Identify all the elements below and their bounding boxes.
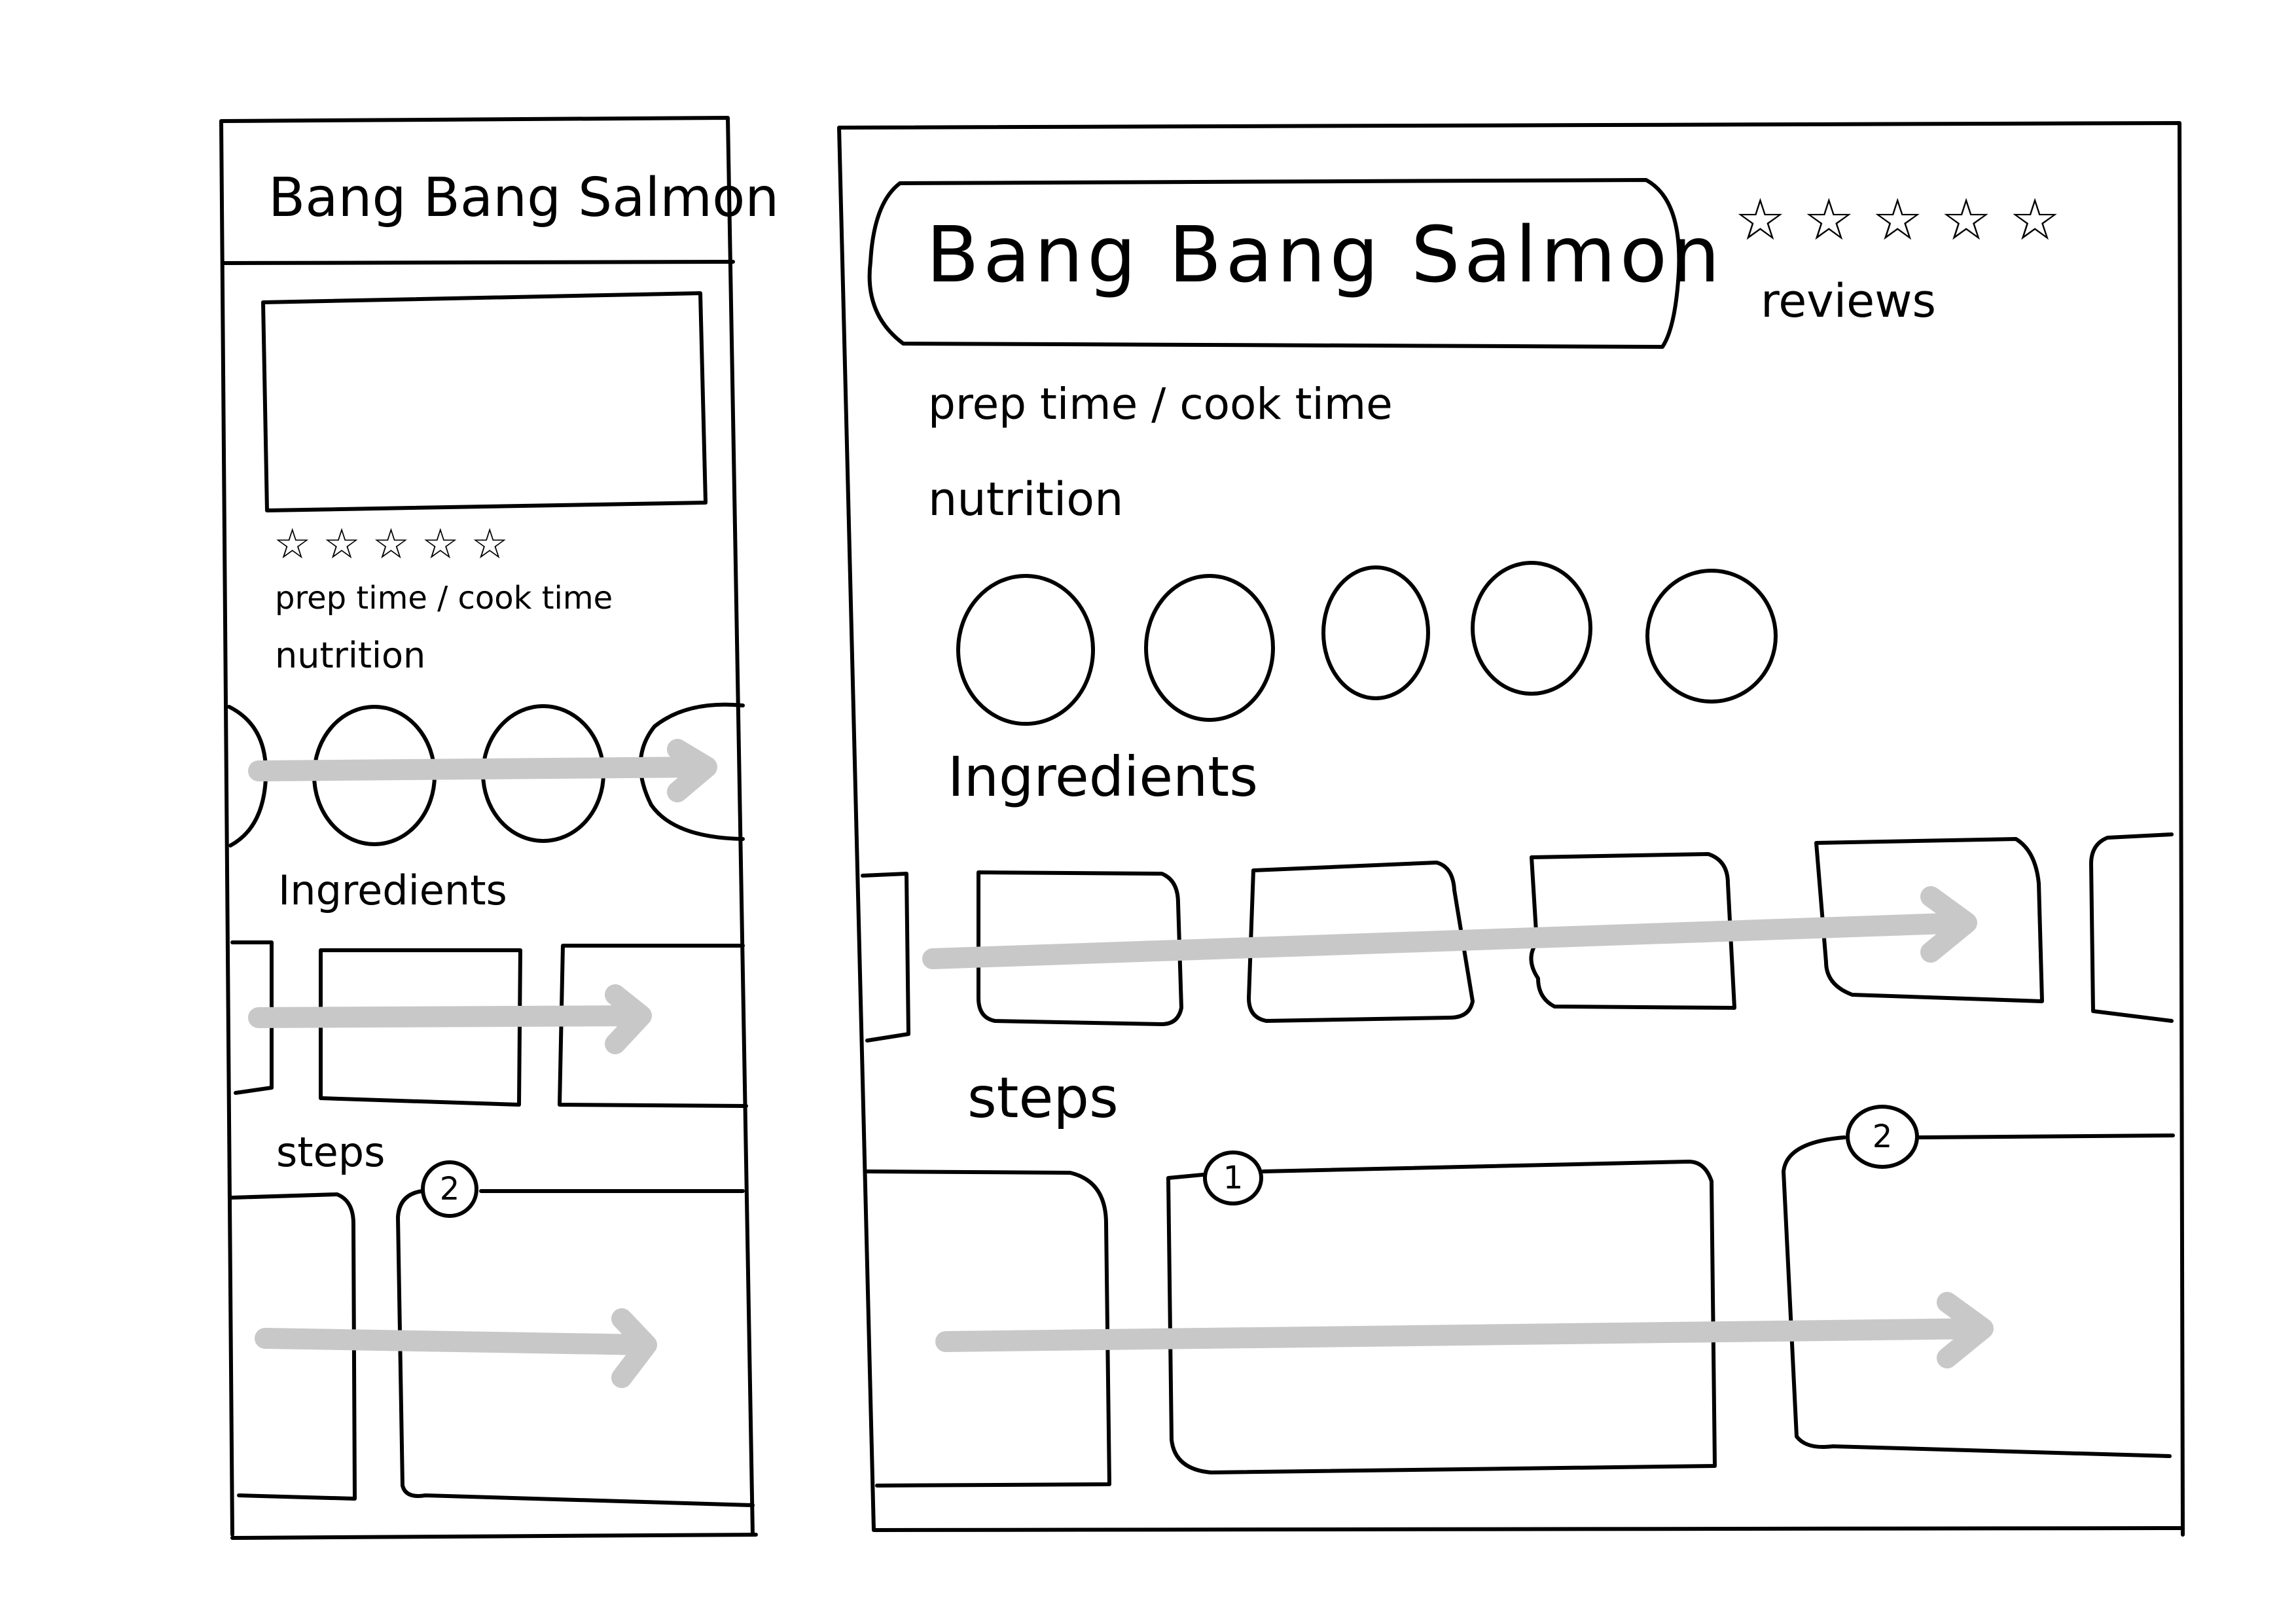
desktop-step-card [865, 1169, 1111, 1488]
mobile-steps-carousel[interactable] [230, 1189, 755, 1507]
mobile-ingredients-heading: Ingredients [278, 866, 507, 914]
desktop-nutrition-circle [956, 574, 1095, 726]
desktop-step-number-badge: 2 [1846, 1105, 1919, 1169]
desktop-nutrition-circle [1321, 565, 1430, 700]
desktop-ingredients-heading: Ingredients [948, 745, 1258, 809]
mobile-recipe-title: Bang Bang Salmon [268, 167, 780, 229]
mobile-prep-cook-time: prep time / cook time [275, 580, 613, 616]
desktop-step-number-badge: 1 [1203, 1150, 1263, 1205]
mobile-frame [219, 116, 758, 1540]
desktop-nutrition-circle [1645, 569, 1778, 704]
desktop-prep-cook-time: prep time / cook time [928, 379, 1393, 429]
mobile-nutrition-carousel[interactable] [227, 702, 745, 847]
mobile-steps-heading: steps [276, 1128, 386, 1176]
desktop-scroll-arrow [922, 886, 1977, 969]
desktop-nutrition-heading: nutrition [928, 473, 1124, 526]
desktop-ingredients-carousel[interactable] [861, 832, 2174, 1043]
mobile-scroll-arrow [248, 984, 652, 1054]
desktop-ingredient-card [861, 872, 910, 1043]
desktop-ingredient-card [2089, 832, 2174, 1023]
mobile-hero-image [261, 291, 708, 512]
mobile-step-number-badge: 2 [421, 1160, 478, 1218]
desktop-reviews-link[interactable]: reviews [1761, 278, 1936, 324]
mobile-header-divider [222, 260, 735, 265]
desktop-recipe-title: Bang Bang Salmon [926, 209, 1724, 300]
mobile-scroll-arrow [255, 1308, 657, 1388]
desktop-scroll-arrow [935, 1292, 1994, 1368]
desktop-nutrition-circle [1471, 561, 1592, 696]
desktop-steps-carousel[interactable] [865, 1133, 2175, 1488]
mobile-wireframe [219, 116, 758, 1540]
desktop-nutrition-row [956, 561, 1778, 726]
desktop-step-card [1782, 1133, 2175, 1458]
desktop-step-card [1166, 1160, 1717, 1474]
desktop-nutrition-circle [1144, 574, 1275, 722]
desktop-steps-heading: steps [967, 1065, 1119, 1131]
desktop-wireframe [837, 121, 2185, 1537]
mobile-star-rating[interactable]: ☆☆☆☆☆ [274, 524, 520, 565]
desktop-star-rating[interactable]: ☆☆☆☆☆ [1734, 191, 2077, 249]
mobile-nutrition-heading: nutrition [275, 635, 426, 676]
mobile-ingredients-carousel[interactable] [230, 940, 748, 1108]
